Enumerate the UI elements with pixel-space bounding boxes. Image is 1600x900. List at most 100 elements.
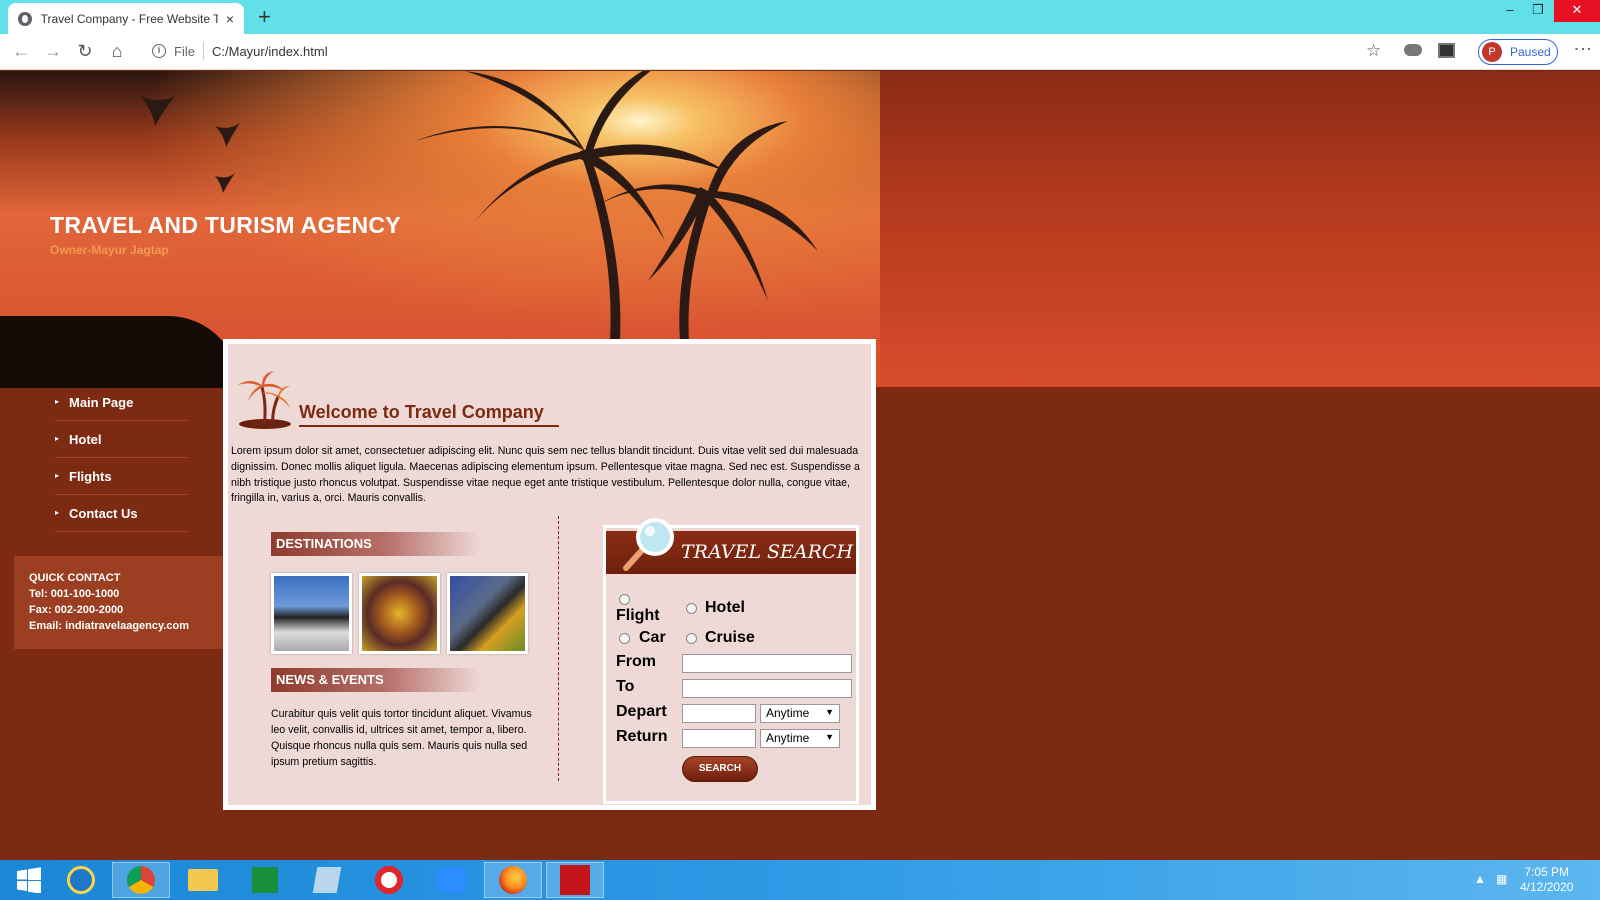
depart-time-value: Anytime xyxy=(766,706,810,720)
system-clock[interactable]: 7:05 PM 4/12/2020 xyxy=(1520,865,1573,895)
back-icon[interactable]: ← xyxy=(10,40,32,62)
travel-search-body: TRAVEL SEARCH Flight Hotel Car Cruise Fr… xyxy=(606,518,856,801)
hotel-label: Hotel xyxy=(705,599,745,616)
profile-button[interactable]: P Paused xyxy=(1478,39,1558,65)
bookmark-star-icon[interactable]: ☆ xyxy=(1366,41,1381,61)
chrome-icon[interactable] xyxy=(112,862,170,898)
arrow-bullet-icon: ▸ xyxy=(55,471,60,480)
show-hidden-icons[interactable]: ▲ xyxy=(1474,872,1486,886)
cruise-label: Cruise xyxy=(705,629,755,646)
quick-contact-title: QUICK CONTACT xyxy=(29,572,121,584)
browser-tab-strip: Travel Company - Free Website T × + – ❐ … xyxy=(0,0,1600,34)
depart-label: Depart xyxy=(616,703,667,720)
forward-icon[interactable]: → xyxy=(42,40,64,62)
sidebar-item-main-page[interactable]: ▸ Main Page xyxy=(55,384,187,421)
travel-search-title: TRAVEL SEARCH xyxy=(681,541,854,563)
news-events-heading: NEWS & EVENTS xyxy=(271,668,481,692)
to-input[interactable] xyxy=(682,679,852,698)
zoom-icon[interactable] xyxy=(422,862,480,898)
avatar: P xyxy=(1482,42,1502,62)
option-hotel[interactable]: Hotel xyxy=(686,599,745,617)
restore-button[interactable]: ❐ xyxy=(1524,0,1552,22)
from-label: From xyxy=(616,653,656,670)
dropdown-arrow-icon: ▼ xyxy=(825,732,834,742)
tab-title: Travel Company - Free Website T xyxy=(40,11,218,26)
acrobat-icon[interactable] xyxy=(546,862,604,898)
intro-paragraph: Lorem ipsum dolor sit amet, consectetuer… xyxy=(231,445,860,505)
file-explorer-icon[interactable] xyxy=(174,862,232,898)
car-radio[interactable] xyxy=(619,632,630,644)
destination-thumbnail[interactable] xyxy=(271,573,352,654)
sidebar-item-flights[interactable]: ▸ Flights xyxy=(55,458,187,495)
omnibox[interactable]: i File C:/Mayur/index.html xyxy=(146,39,1392,65)
browser-tab[interactable]: Travel Company - Free Website T × xyxy=(8,3,244,34)
clock-date: 4/12/2020 xyxy=(1520,880,1574,894)
option-car[interactable]: Car xyxy=(619,629,666,647)
dropdown-arrow-icon: ▼ xyxy=(825,707,834,717)
notepad-icon[interactable] xyxy=(298,862,356,898)
travel-search-panel: TRAVEL SEARCH Flight Hotel Car Cruise Fr… xyxy=(603,518,859,804)
sidebar-item-contact-us[interactable]: ▸ Contact Us xyxy=(55,495,187,532)
search-button[interactable]: SEARCH xyxy=(682,756,758,782)
tab-close-icon[interactable]: × xyxy=(226,11,234,27)
start-button[interactable] xyxy=(0,862,58,898)
destination-gallery xyxy=(271,573,528,654)
return-time-value: Anytime xyxy=(766,731,810,745)
cruise-radio[interactable] xyxy=(686,632,697,644)
news-paragraph: Curabitur quis velit quis tortor tincidu… xyxy=(271,708,532,768)
heading-underline xyxy=(299,425,559,427)
browser-menu-icon[interactable]: ⋮ xyxy=(1572,40,1594,58)
quick-contact-box: QUICK CONTACT Tel: 001-100-1000 Fax: 002… xyxy=(14,556,224,649)
palm-trees-illustration xyxy=(140,71,818,341)
hill-silhouette xyxy=(0,316,240,388)
reload-icon[interactable]: ↻ xyxy=(74,40,96,62)
return-time-select[interactable]: Anytime ▼ xyxy=(760,729,840,748)
new-tab-button[interactable]: + xyxy=(258,4,271,30)
globe-icon xyxy=(18,11,32,26)
depart-date-input[interactable] xyxy=(682,704,756,723)
cloud-extension-icon[interactable] xyxy=(1404,44,1422,56)
destination-thumbnail[interactable] xyxy=(447,573,528,654)
main-content: Welcome to Travel Company Lorem ipsum do… xyxy=(223,339,876,810)
depart-time-select[interactable]: Anytime ▼ xyxy=(760,704,840,723)
screenshot-extension-icon[interactable] xyxy=(1438,43,1455,58)
magnifier-icon xyxy=(623,518,674,571)
from-input[interactable] xyxy=(682,654,852,673)
minimize-button[interactable]: – xyxy=(1496,0,1524,22)
close-window-button[interactable]: ✕ xyxy=(1554,0,1600,22)
return-date-input[interactable] xyxy=(682,729,756,748)
column-divider xyxy=(558,516,559,781)
sidebar-item-label: Main Page xyxy=(69,394,134,410)
profile-status: Paused xyxy=(1510,45,1551,59)
windows-logo-icon xyxy=(17,867,41,893)
option-cruise[interactable]: Cruise xyxy=(686,629,755,647)
sidebar-nav: ▸ Main Page ▸ Hotel ▸ Flights ▸ Contact … xyxy=(55,384,187,532)
sidebar-item-label: Hotel xyxy=(69,431,102,447)
flight-radio[interactable] xyxy=(619,594,630,605)
flight-label: Flight xyxy=(616,607,660,624)
site-title: TRAVEL AND TURISM AGENCY xyxy=(50,212,401,238)
firefox-icon[interactable] xyxy=(484,862,542,898)
clock-time: 7:05 PM xyxy=(1524,865,1570,879)
quick-contact-fax: Fax: 002-200-2000 xyxy=(29,604,124,616)
store-icon[interactable] xyxy=(236,862,294,898)
url-text[interactable]: C:/Mayur/index.html xyxy=(212,44,328,59)
return-label: Return xyxy=(616,728,668,745)
option-flight[interactable] xyxy=(619,594,630,605)
home-icon[interactable]: ⌂ xyxy=(106,40,128,62)
opera-icon[interactable] xyxy=(360,862,418,898)
network-icon[interactable]: ▦ xyxy=(1496,872,1507,886)
info-icon[interactable]: i xyxy=(152,44,166,58)
windows-taskbar: ▲ ▦ 7:05 PM 4/12/2020 xyxy=(0,860,1600,900)
internet-explorer-icon[interactable] xyxy=(52,862,110,898)
hotel-radio[interactable] xyxy=(686,602,697,614)
content-panel: Welcome to Travel Company Lorem ipsum do… xyxy=(228,344,871,805)
arrow-bullet-icon: ▸ xyxy=(55,397,60,406)
arrow-bullet-icon: ▸ xyxy=(55,508,60,517)
destination-thumbnail[interactable] xyxy=(359,573,440,654)
quick-contact-tel: Tel: 001-100-1000 xyxy=(29,588,120,600)
to-label: To xyxy=(616,678,635,695)
quick-contact-email: Email: indiatravelaagency.com xyxy=(29,620,189,632)
sidebar-item-hotel[interactable]: ▸ Hotel xyxy=(55,421,187,458)
sidebar-item-label: Flights xyxy=(69,468,112,484)
